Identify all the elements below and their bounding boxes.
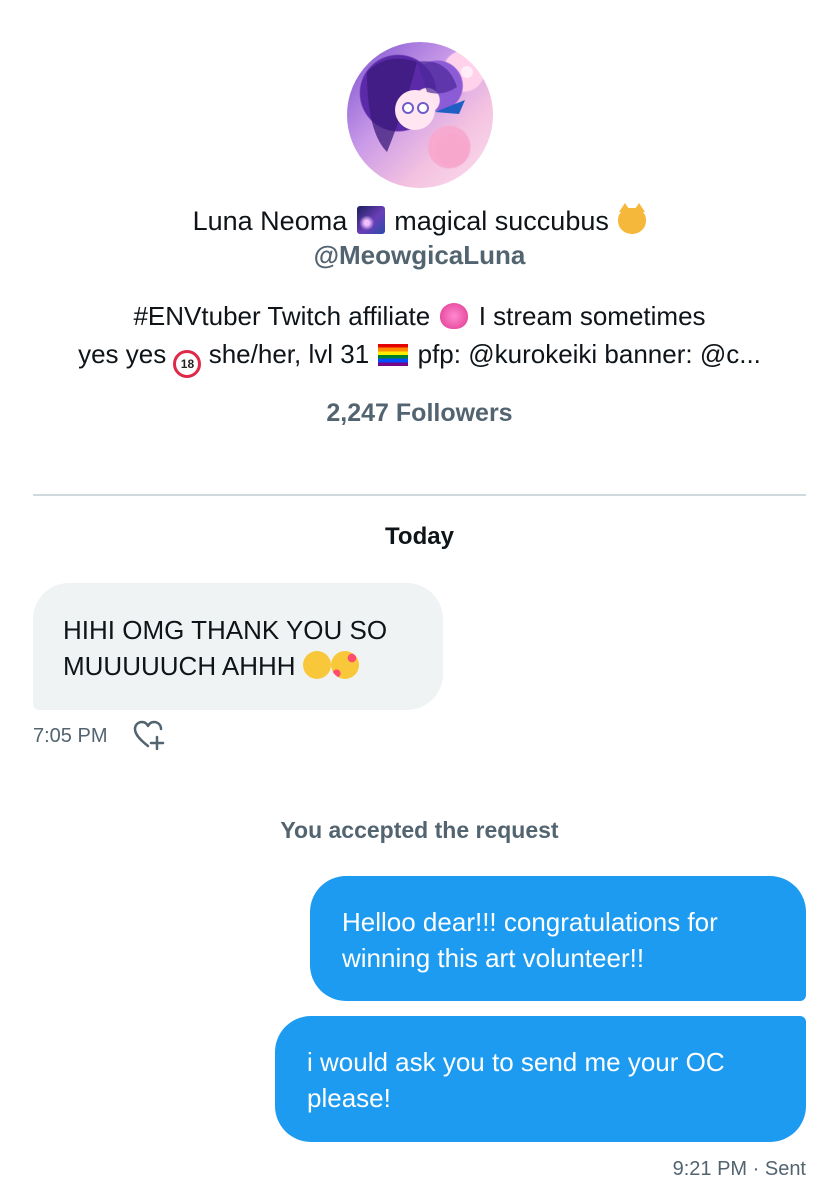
profile-display-name[interactable]: Luna Neoma magical succubus (0, 203, 839, 239)
message-status: 9:21 PM · Sent (672, 1158, 806, 1180)
heart-plus-icon[interactable] (133, 720, 167, 751)
sparkling-heart-emoji-icon (440, 303, 469, 329)
profile-bio: #ENVtuber Twitch affiliate I stream some… (20, 297, 819, 378)
message-text: Helloo dear!!! congratulations for winni… (342, 907, 718, 973)
smiling-face-with-hearts-emoji-icon (330, 651, 359, 679)
outgoing-message-bubble[interactable]: i would ask you to send me your OC pleas… (275, 1016, 806, 1142)
milky-way-emoji-icon (356, 206, 385, 234)
display-name-text: Luna Neoma (192, 206, 348, 236)
bio-text-5: pfp: @kurokeiki banner: @c... (417, 339, 761, 369)
cat-face-emoji-icon (618, 203, 647, 234)
bio-line-2: yes yes 18 she/her, lvl 31 pfp: @kurokei… (20, 335, 819, 378)
profile-avatar[interactable] (347, 42, 493, 188)
bio-text-4: she/her, lvl 31 (208, 339, 370, 369)
incoming-message-bubble[interactable]: HIHI OMG THANK YOU SO MUUUUUCH AHHH (33, 583, 443, 710)
profile-handle[interactable]: @MeowgicaLuna (0, 238, 839, 272)
rainbow-flag-emoji-icon (378, 344, 409, 366)
bio-text-3: yes yes (78, 339, 167, 369)
pleading-face-emoji-icon (302, 651, 331, 679)
bio-line-1: #ENVtuber Twitch affiliate I stream some… (20, 297, 819, 335)
divider (33, 494, 806, 496)
date-header: Today (385, 523, 454, 550)
message-text: i would ask you to send me your OC pleas… (307, 1047, 725, 1113)
outgoing-message-bubble[interactable]: Helloo dear!!! congratulations for winni… (310, 876, 806, 1001)
followers-count[interactable]: 2,247 Followers (0, 396, 839, 430)
message-timestamp: 7:05 PM (33, 725, 108, 747)
no-one-under-eighteen-emoji-icon: 18 (173, 350, 202, 378)
display-name-text-2: magical succubus (394, 206, 609, 236)
request-accepted-notice: You accepted the request (280, 817, 559, 843)
bio-text-2: I stream sometimes (478, 301, 706, 331)
bio-text: #ENVtuber Twitch affiliate (133, 301, 431, 331)
